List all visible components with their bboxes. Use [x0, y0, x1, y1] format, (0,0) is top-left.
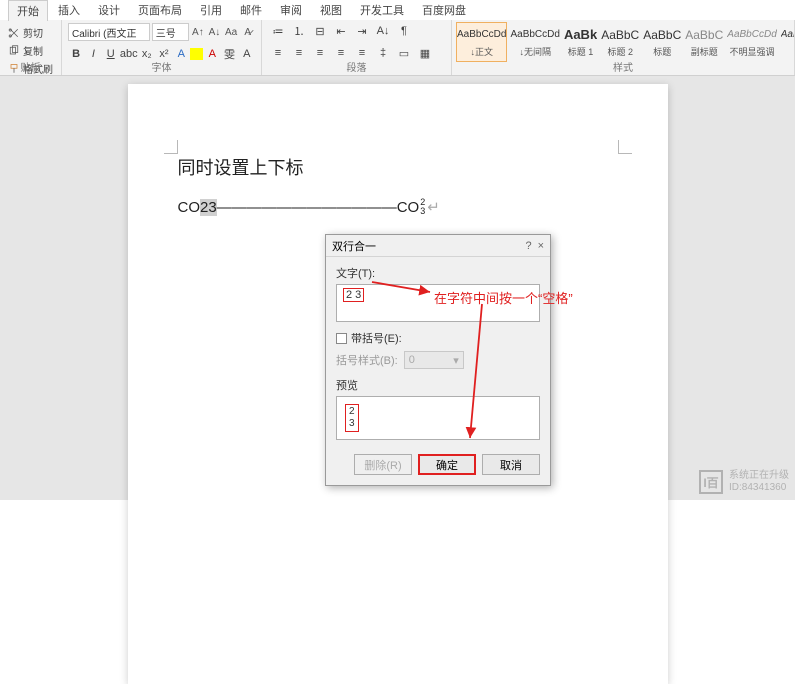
help-button[interactable]: ? [525, 240, 531, 252]
clipboard-label: 贴板 [0, 59, 61, 74]
tab-mailings[interactable]: 邮件 [232, 0, 270, 20]
doc-line: CO23————————————CO23↵ [178, 198, 618, 216]
chevron-down-icon: ▾ [453, 354, 459, 367]
bullets-button[interactable]: ≔ [268, 22, 288, 40]
tab-layout[interactable]: 页面布局 [130, 0, 190, 20]
watermark-logo-icon: I百 [699, 470, 723, 494]
ribbon: 剪切 复制 格式刷 贴板 Calibri (西文正 三号 A↑ A↓ Aa A̷… [0, 20, 795, 76]
preview-box: 23 [336, 396, 540, 440]
change-case-button[interactable]: Aa [224, 23, 239, 41]
numbering-button[interactable]: ⒈ [289, 22, 309, 40]
doc-heading: 同时设置上下标 [178, 154, 618, 180]
clipboard-group: 剪切 复制 格式刷 贴板 [0, 20, 62, 75]
watermark: I百 系统正在升级ID:84341360 [699, 470, 789, 494]
font-name-select[interactable]: Calibri (西文正 [68, 23, 150, 41]
tab-design[interactable]: 设计 [90, 0, 128, 20]
ok-button[interactable]: 确定 [418, 454, 476, 475]
text-label: 文字(T): [336, 265, 540, 281]
style-emphasis[interactable]: AaBbCcDd强调 [780, 22, 795, 62]
sort-button[interactable]: A↓ [373, 22, 393, 40]
margin-corner-icon [618, 140, 632, 154]
font-label: 字体 [62, 59, 261, 74]
ribbon-tabs: 开始 插入 设计 页面布局 引用 邮件 审阅 视图 开发工具 百度网盘 [0, 0, 795, 20]
grow-font-button[interactable]: A↑ [191, 23, 206, 41]
tab-home[interactable]: 开始 [8, 0, 48, 21]
styles-label: 样式 [452, 59, 794, 74]
paragraph-mark-icon: ↵ [427, 198, 440, 216]
styles-group: AaBbCcDd↓正文 AaBbCcDd↓无间隔 AaBk标题 1 AaBbC标… [452, 20, 795, 75]
style-subtitle[interactable]: AaBbC副标题 [684, 22, 724, 62]
cut-button[interactable]: 剪切 [6, 24, 55, 41]
selected-text: 23 [200, 199, 217, 216]
style-normal[interactable]: AaBbCcDd↓正文 [456, 22, 507, 62]
tab-review[interactable]: 审阅 [272, 0, 310, 20]
show-marks-button[interactable]: ¶ [394, 22, 414, 40]
style-nospacing[interactable]: AaBbCcDd↓无间隔 [509, 22, 560, 62]
font-group: Calibri (西文正 三号 A↑ A↓ Aa A̷ B I U abc x₂… [62, 20, 262, 75]
indent-inc-button[interactable]: ⇥ [352, 22, 372, 40]
dialog-title: 双行合一 [332, 238, 376, 254]
bracket-checkbox[interactable] [336, 333, 347, 344]
close-button[interactable]: × [538, 240, 544, 252]
paragraph-group: ≔ ⒈ ⊟ ⇤ ⇥ A↓ ¶ ≡ ≡ ≡ ≡ ≡ ‡ ▭ ▦ 段落 [262, 20, 452, 75]
input-value: 2 3 [343, 288, 364, 302]
tab-insert[interactable]: 插入 [50, 0, 88, 20]
multilevel-button[interactable]: ⊟ [310, 22, 330, 40]
dialog-titlebar[interactable]: 双行合一 ? × [326, 235, 550, 257]
annotation-text: 在字符中间按一个“空格” [434, 288, 573, 307]
preview-stack: 23 [345, 404, 359, 432]
tab-view[interactable]: 视图 [312, 0, 350, 20]
margin-corner-icon [164, 140, 178, 154]
bracket-style-select: 0▾ [404, 351, 464, 369]
tab-baidu[interactable]: 百度网盘 [414, 0, 474, 20]
shrink-font-button[interactable]: A↓ [207, 23, 222, 41]
supsub: 23 [420, 198, 425, 216]
tab-references[interactable]: 引用 [192, 0, 230, 20]
style-subtle-emphasis[interactable]: AaBbCcDd不明显强调 [726, 22, 777, 62]
cancel-button[interactable]: 取消 [482, 454, 540, 475]
style-heading2[interactable]: AaBbC标题 2 [600, 22, 640, 62]
indent-dec-button[interactable]: ⇤ [331, 22, 351, 40]
font-size-select[interactable]: 三号 [152, 23, 189, 41]
paragraph-label: 段落 [262, 59, 451, 74]
bracket-label: 带括号(E): [351, 330, 402, 346]
copy-button[interactable]: 复制 [6, 42, 55, 59]
delete-button: 删除(R) [354, 454, 412, 475]
bracket-style-label: 括号样式(B): [336, 352, 398, 368]
preview-label: 预览 [336, 377, 540, 393]
clear-format-button[interactable]: A̷ [240, 23, 255, 41]
tab-developer[interactable]: 开发工具 [352, 0, 412, 20]
style-heading1[interactable]: AaBk标题 1 [563, 22, 598, 62]
style-title[interactable]: AaBbC标题 [642, 22, 682, 62]
copy-icon [8, 45, 20, 57]
two-lines-dialog: 双行合一 ? × 文字(T): 2 3 带括号(E): 括号样式(B): 0▾ … [325, 234, 551, 486]
scissors-icon [8, 27, 20, 39]
